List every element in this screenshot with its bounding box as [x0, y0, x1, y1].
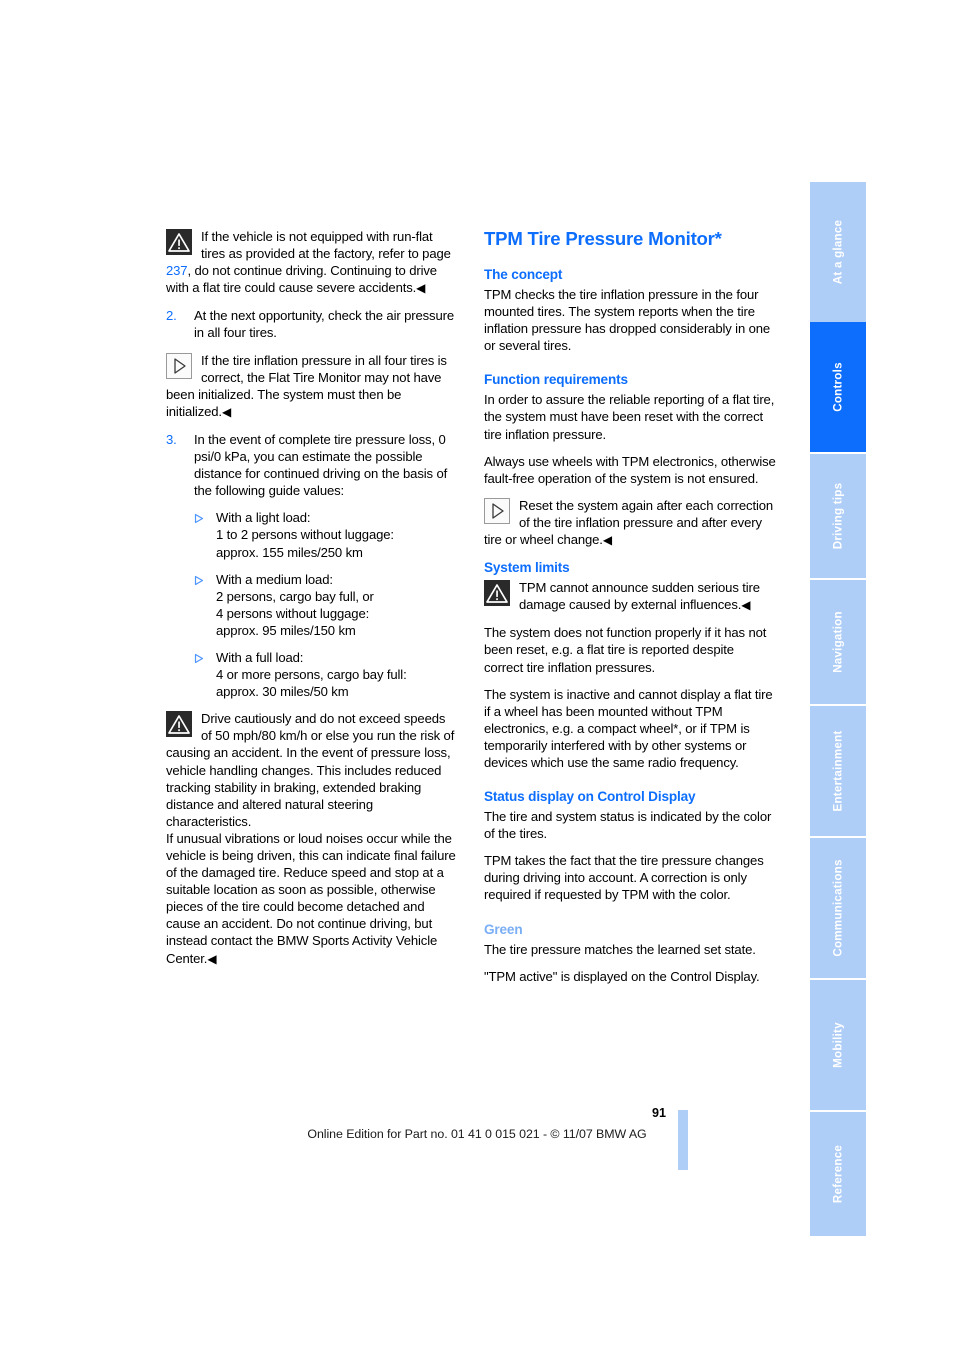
- note-body: Reset the system again after each correc…: [484, 497, 774, 548]
- warning-note-text: TPM cannot announce sudden serious tire …: [484, 579, 776, 614]
- section-heading-the-concept: The concept: [484, 267, 563, 282]
- page-edge-marker: [678, 1110, 688, 1170]
- tab-label: Navigation: [831, 611, 845, 673]
- warning-note-continuation: If unusual vibrations or loud noises occ…: [166, 830, 458, 968]
- bullet-line: With a full load:: [216, 649, 304, 665]
- section-paragraph: In order to assure the reliable reportin…: [484, 392, 775, 442]
- tab-label: Reference: [831, 1144, 845, 1204]
- bullet-line: With a medium load:: [216, 571, 333, 587]
- document-page: If the vehicle is not equipped with run-…: [0, 0, 954, 1350]
- section-heading-green: Green: [484, 921, 523, 937]
- section-heading-system-limits: System limits: [484, 560, 570, 576]
- bullet-line: With a light load:: [216, 510, 311, 526]
- sidebar-item-mobility[interactable]: Mobility: [810, 980, 866, 1110]
- sidebar-item-controls[interactable]: Controls: [810, 322, 866, 452]
- list-item-step-2: 2. At the next opportunity, check the ai…: [166, 307, 458, 341]
- section-paragraph: TPM checks the tire inflation pressure i…: [484, 287, 771, 354]
- bullet-line: approx. 95 miles/150 km: [216, 622, 356, 638]
- bullet-line: 2 persons, cargo bay full, or: [216, 588, 374, 604]
- bullet-line: 1 to 2 persons without luggage:: [216, 527, 394, 543]
- warning-triangle-icon: [484, 580, 510, 607]
- section-paragraph: The system is inactive and cannot displa…: [484, 686, 773, 770]
- list-item-medium-load: With a medium load: 2 persons, cargo bay…: [166, 571, 458, 639]
- info-note-initialization: If the tire inflation pressure in all fo…: [166, 352, 458, 421]
- tab-label: Entertainment: [831, 730, 845, 812]
- step-number: 3.: [166, 431, 177, 447]
- sidebar-item-at-a-glance[interactable]: At a glance: [810, 182, 866, 322]
- end-marker: ◀: [416, 281, 426, 296]
- end-marker: ◀: [207, 951, 217, 966]
- tab-label: Communications: [831, 859, 845, 957]
- step-number: 2.: [166, 308, 177, 324]
- end-marker: ◀: [741, 598, 751, 613]
- warning-body: TPM cannot announce sudden serious tire …: [519, 580, 760, 613]
- tab-label: Mobility: [831, 1022, 845, 1068]
- list-item-full-load: With a full load: 4 or more persons, car…: [166, 649, 458, 700]
- tab-label: At a glance: [831, 219, 845, 285]
- info-note-reset-system: Reset the system again after each correc…: [484, 497, 776, 549]
- left-text-column: If the vehicle is not equipped with run-…: [166, 228, 458, 978]
- warning-triangle-icon: [166, 229, 192, 255]
- section-heading-status-display: Status display on Control Display: [484, 789, 696, 805]
- sidebar-item-entertainment[interactable]: Entertainment: [810, 706, 866, 836]
- info-note-text: Reset the system again after each correc…: [484, 497, 776, 549]
- warning-text-before-ref: If the vehicle is not equipped with run-…: [201, 229, 451, 262]
- right-text-column: TPM Tire Pressure Monitor* The concept T…: [484, 228, 776, 995]
- note-body: If the tire inflation pressure in all fo…: [166, 352, 447, 419]
- bullet-line: approx. 30 miles/50 km: [216, 684, 349, 700]
- list-item-step-3: 3. In the event of complete tire pressur…: [166, 431, 458, 499]
- section-paragraph: Always use wheels with TPM electronics, …: [484, 453, 776, 486]
- section-paragraph: The tire pressure matches the learned se…: [484, 941, 756, 957]
- section-tab-strip: At a glance Controls Driving tips Naviga…: [810, 182, 866, 1236]
- tab-label: Controls: [831, 362, 845, 412]
- sidebar-item-communications[interactable]: Communications: [810, 838, 866, 978]
- page-number: 91: [651, 1106, 666, 1120]
- bullet-line: 4 persons without luggage:: [216, 605, 370, 621]
- list-item-light-load: With a light load: 1 to 2 persons withou…: [166, 509, 458, 560]
- bullet-line: approx. 155 miles/250 km: [216, 544, 363, 560]
- page-reference-link[interactable]: 237: [166, 263, 188, 278]
- sidebar-item-navigation[interactable]: Navigation: [810, 580, 866, 704]
- triangle-bullet-icon: [194, 653, 204, 664]
- section-heading-function-requirements: Function requirements: [484, 372, 628, 388]
- warning-note-drive-cautiously: Drive cautiously and do not exceed speed…: [166, 710, 458, 830]
- section-paragraph: "TPM active" is displayed on the Control…: [484, 968, 760, 984]
- warning-triangle-icon: [166, 711, 192, 738]
- end-marker: ◀: [221, 404, 232, 419]
- warning-note-text: If the vehicle is not equipped with run-…: [166, 228, 458, 297]
- bullet-line: 4 or more persons, cargo bay full:: [216, 667, 407, 683]
- page-title: TPM Tire Pressure Monitor*: [484, 228, 722, 249]
- warning-note-sudden-damage: TPM cannot announce sudden serious tire …: [484, 579, 776, 614]
- section-paragraph: The tire and system status is indicated …: [484, 809, 772, 842]
- sidebar-item-driving-tips[interactable]: Driving tips: [810, 454, 866, 578]
- tab-label: Driving tips: [831, 482, 845, 550]
- warning-note-run-flat: If the vehicle is not equipped with run-…: [166, 228, 458, 297]
- step-text: At the next opportunity, check the air p…: [194, 308, 454, 341]
- step-text: In the event of complete tire pressure l…: [194, 431, 448, 499]
- warning-continuation-text: If unusual vibrations or loud noises occ…: [166, 830, 456, 966]
- section-paragraph: TPM takes the fact that the tire pressur…: [484, 853, 764, 903]
- section-paragraph: The system does not function properly if…: [484, 625, 767, 675]
- warning-text-after-ref: , do not continue driving. Continuing to…: [166, 263, 437, 296]
- warning-note-text: Drive cautiously and do not exceed speed…: [166, 711, 455, 829]
- note-triangle-icon: [166, 352, 192, 379]
- triangle-bullet-icon: [194, 575, 204, 585]
- info-note-text: If the tire inflation pressure in all fo…: [166, 352, 458, 421]
- triangle-bullet-icon: [194, 513, 204, 524]
- end-marker: ◀: [602, 533, 613, 548]
- note-triangle-icon: [484, 497, 510, 524]
- footer-text: Online Edition for Part no. 01 41 0 015 …: [307, 1127, 647, 1141]
